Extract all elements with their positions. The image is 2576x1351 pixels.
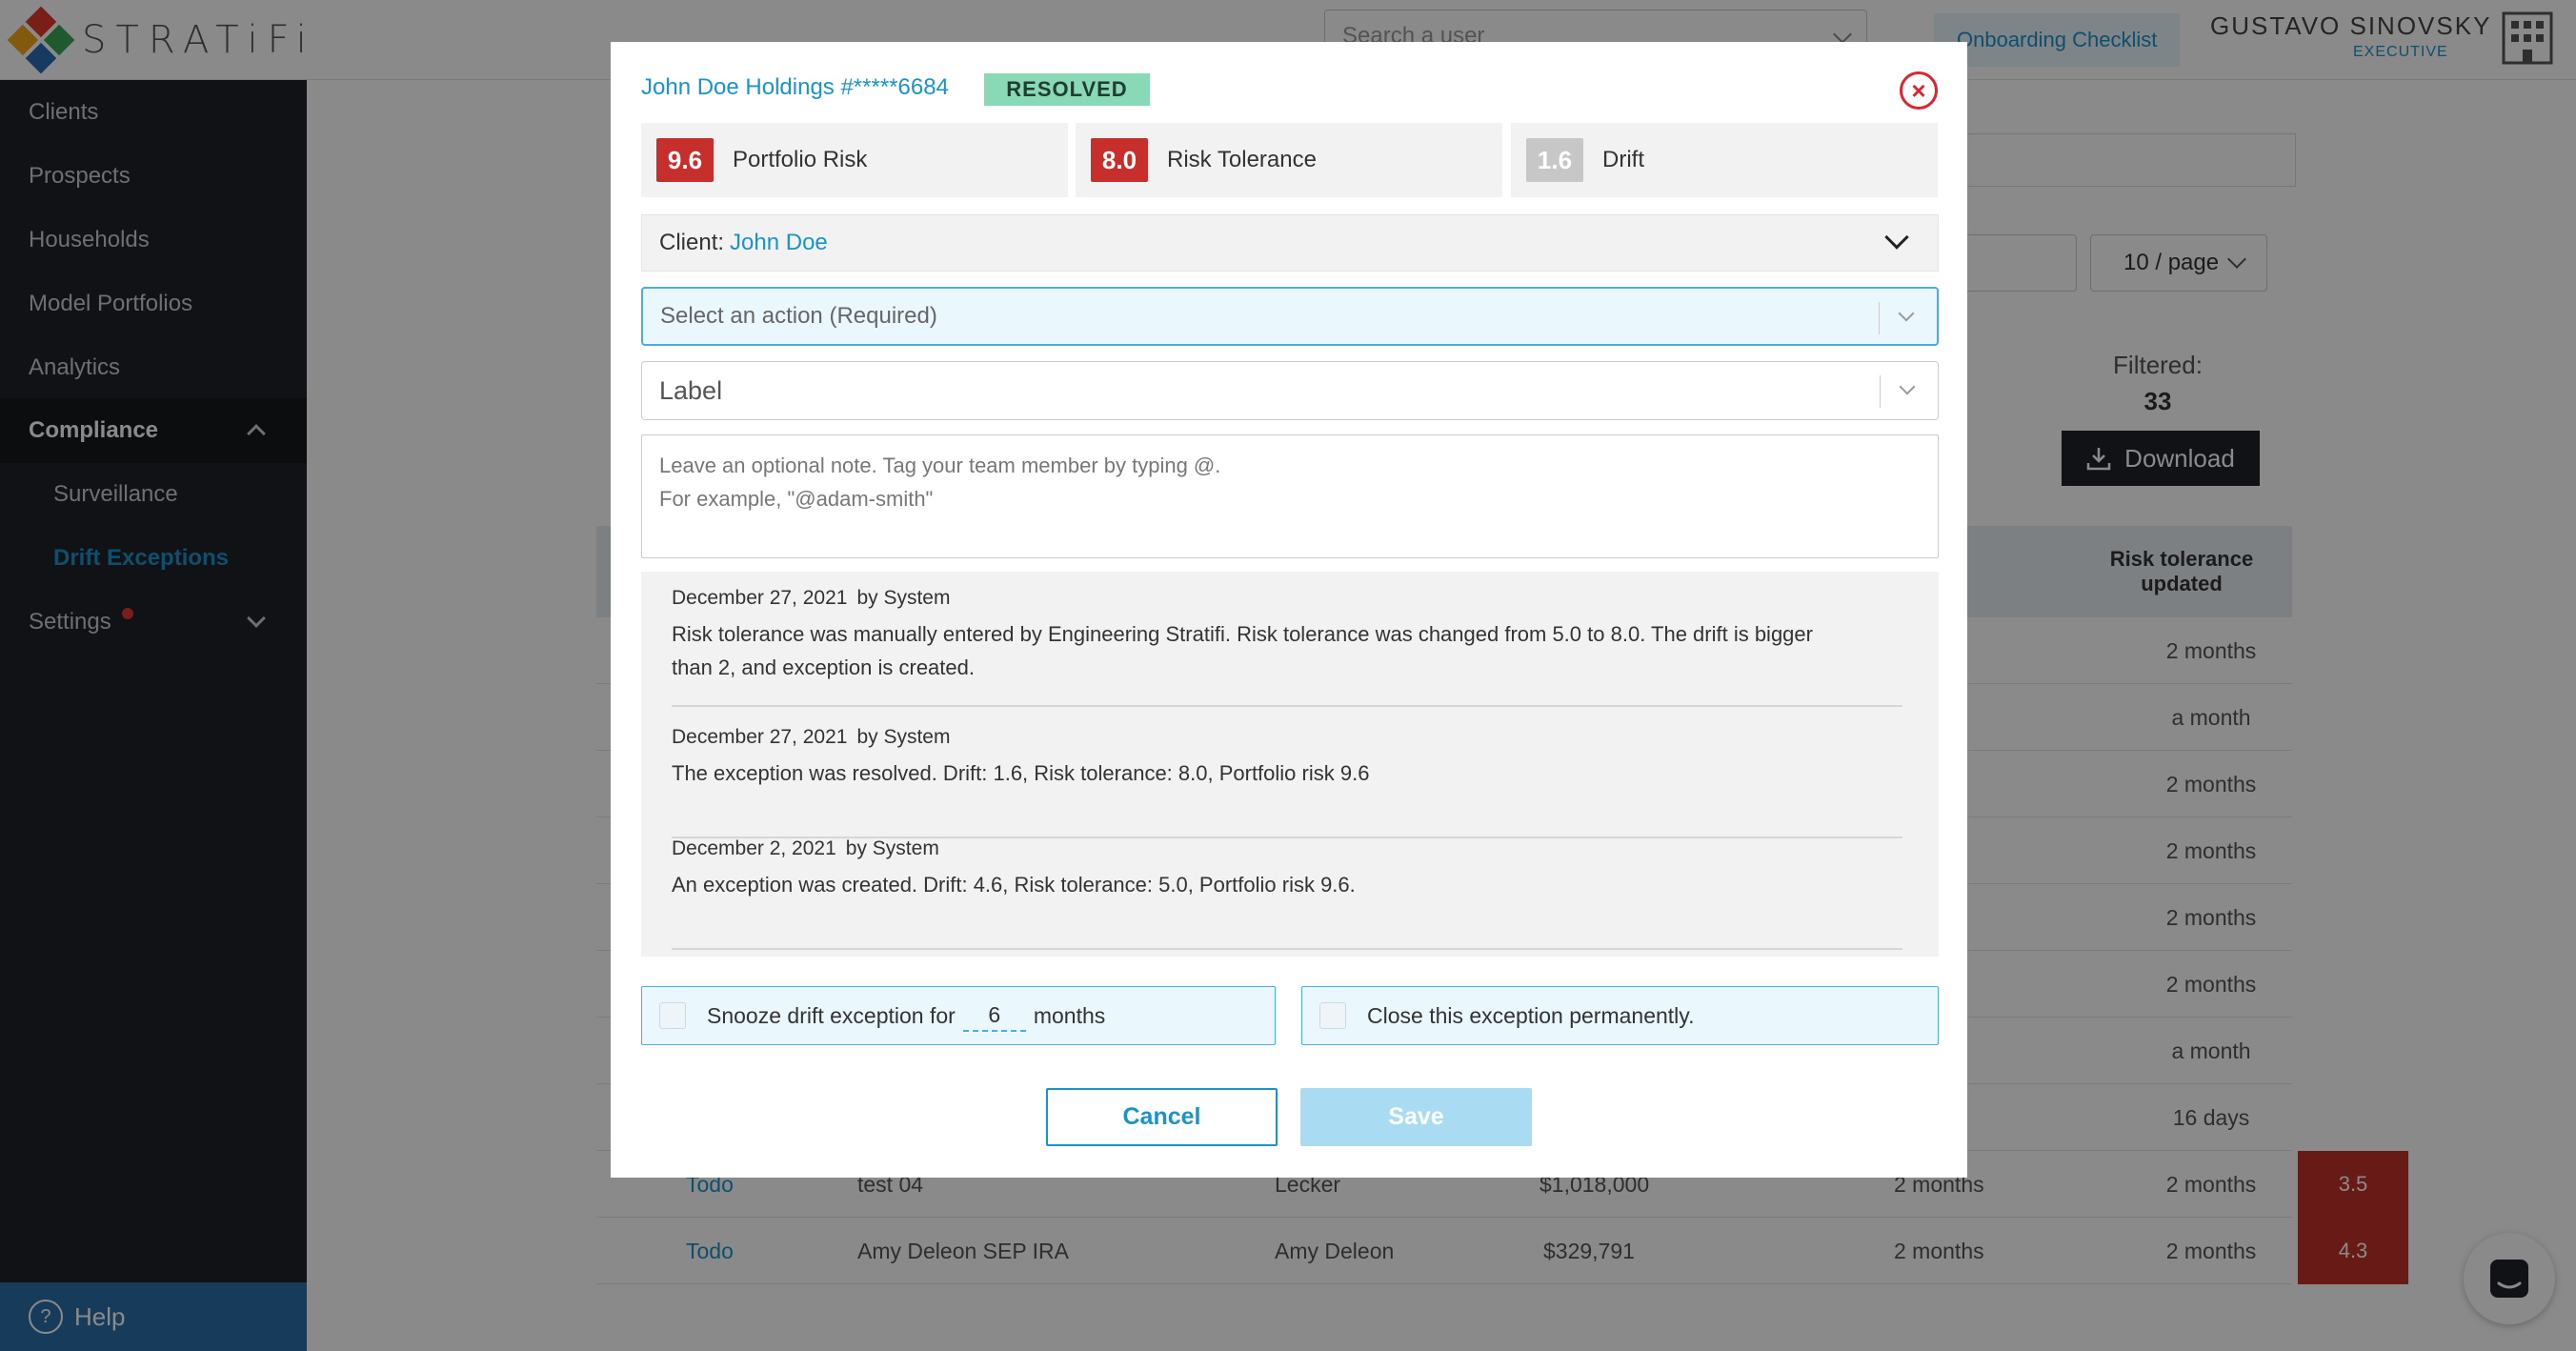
exception-history: December 27, 2021 by System Risk toleranc… bbox=[641, 572, 1939, 957]
chevron-down-icon bbox=[1898, 305, 1915, 322]
history-meta: December 2, 2021 by System bbox=[672, 837, 1902, 860]
label-select[interactable]: Label bbox=[641, 361, 1939, 420]
select-separator bbox=[1879, 302, 1880, 334]
account-title-link[interactable]: John Doe Holdings #*****6684 bbox=[641, 74, 949, 101]
history-meta: December 27, 2021 by System bbox=[672, 726, 1902, 749]
history-item: December 27, 2021 by System Risk toleranc… bbox=[672, 587, 1902, 707]
select-separator bbox=[1880, 375, 1881, 408]
action-select[interactable]: Select an action (Required) bbox=[641, 287, 1939, 346]
history-date: December 2, 2021 bbox=[672, 837, 836, 859]
drift-score: 1.6 bbox=[1526, 138, 1583, 182]
snooze-checkbox[interactable] bbox=[659, 1002, 686, 1029]
label-select-placeholder: Label bbox=[659, 375, 723, 405]
metric-portfolio-risk: 9.6 Portfolio Risk bbox=[641, 123, 1068, 197]
client-name-link[interactable]: John Doe bbox=[730, 230, 828, 256]
close-permanently-checkbox[interactable] bbox=[1319, 1002, 1346, 1029]
portfolio-risk-score: 9.6 bbox=[656, 138, 714, 182]
history-author: by System bbox=[845, 837, 939, 859]
close-permanently-label: Close this exception permanently. bbox=[1367, 1002, 1695, 1028]
close-icon[interactable]: × bbox=[1900, 71, 1938, 110]
history-date: December 27, 2021 bbox=[672, 587, 848, 609]
history-text: Risk tolerance was manually entered by E… bbox=[672, 622, 1813, 679]
chevron-down-icon bbox=[1899, 378, 1916, 395]
drift-exception-modal: John Doe Holdings #*****6684 RESOLVED × … bbox=[611, 42, 1967, 1178]
risk-tolerance-score: 8.0 bbox=[1091, 138, 1148, 182]
client-collapse[interactable]: Client: John Doe bbox=[641, 214, 1939, 272]
chevron-down-icon[interactable] bbox=[1884, 225, 1909, 250]
close-permanently-option[interactable]: Close this exception permanently. bbox=[1301, 986, 1939, 1045]
history-author: by System bbox=[856, 726, 951, 748]
metric-risk-tolerance: 8.0 Risk Tolerance bbox=[1076, 123, 1502, 197]
history-item: December 2, 2021 by System An exception w… bbox=[672, 837, 1902, 950]
snooze-suffix-label: months bbox=[1033, 1002, 1106, 1028]
metric-drift: 1.6 Drift bbox=[1511, 123, 1938, 197]
risk-tolerance-label: Risk Tolerance bbox=[1167, 147, 1317, 172]
history-date: December 27, 2021 bbox=[672, 726, 848, 748]
history-text: An exception was created. Drift: 4.6, Ri… bbox=[672, 873, 1356, 897]
portfolio-risk-label: Portfolio Risk bbox=[733, 147, 868, 172]
snooze-months-input[interactable]: 6 bbox=[962, 999, 1026, 1032]
snooze-option[interactable]: Snooze drift exception for 6 months bbox=[641, 986, 1276, 1045]
drift-label: Drift bbox=[1602, 147, 1644, 172]
history-text: The exception was resolved. Drift: 1.6, … bbox=[672, 761, 1370, 785]
cancel-button[interactable]: Cancel bbox=[1046, 1088, 1278, 1146]
history-author: by System bbox=[856, 587, 951, 609]
status-badge: RESOLVED bbox=[984, 73, 1150, 106]
history-meta: December 27, 2021 by System bbox=[672, 587, 1902, 610]
action-select-placeholder: Select an action (Required) bbox=[660, 303, 937, 329]
snooze-prefix-label: Snooze drift exception for bbox=[707, 1002, 956, 1028]
note-textarea[interactable]: Leave an optional note. Tag your team me… bbox=[641, 434, 1939, 558]
history-item: December 27, 2021 by System The exception… bbox=[672, 726, 1902, 838]
client-label: Client: bbox=[659, 230, 725, 255]
save-button[interactable]: Save bbox=[1300, 1088, 1532, 1146]
